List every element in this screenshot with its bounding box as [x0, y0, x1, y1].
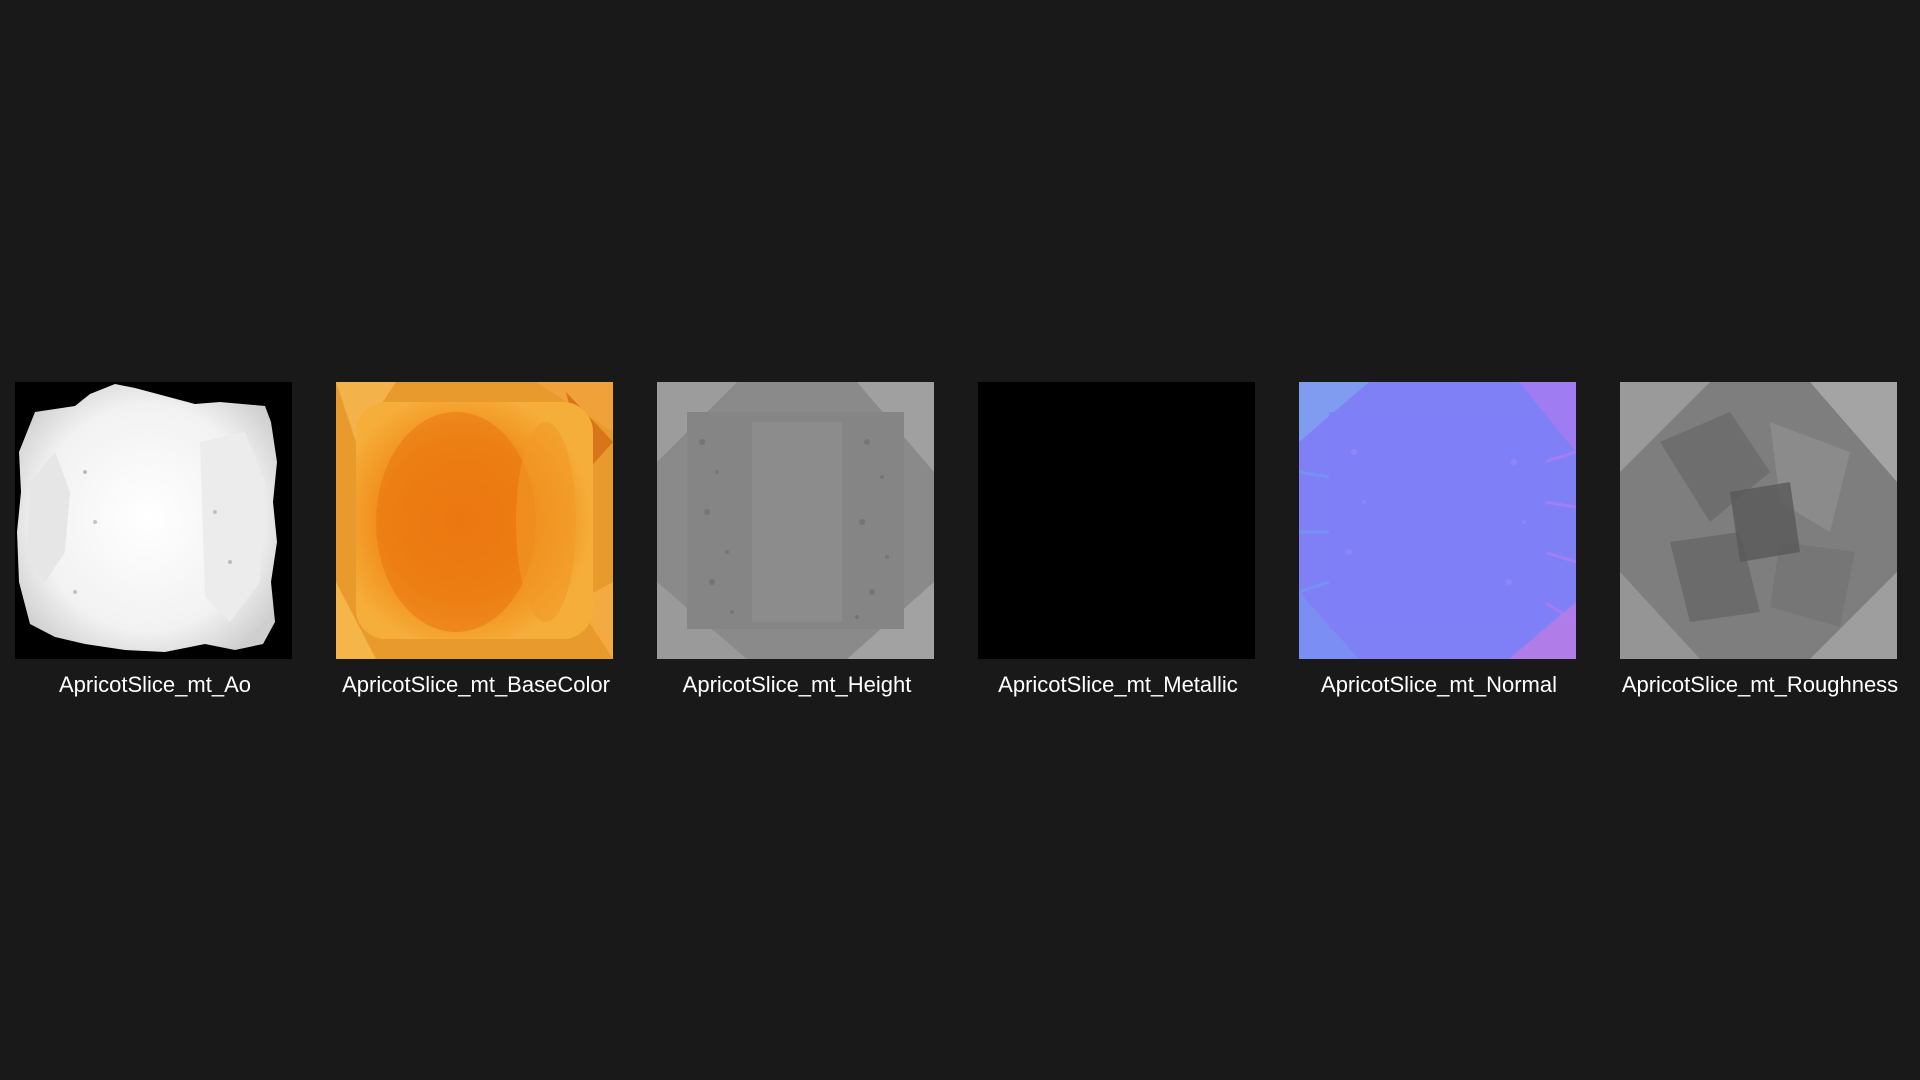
file-thumbnail-grid: ApricotSlice_mt_Ao ApricotSlice_mt_BaseC… [0, 382, 1920, 702]
basecolor-map-thumbnail [336, 382, 613, 659]
normal-map-thumbnail [1299, 382, 1576, 659]
basecolor-map-image [336, 382, 613, 659]
metallic-map-image [978, 382, 1255, 659]
ao-map-thumbnail [15, 382, 292, 659]
height-map-image [657, 382, 934, 659]
roughness-map-thumbnail [1620, 382, 1897, 659]
file-name-label: ApricotSlice_mt_Normal [1321, 672, 1557, 697]
file-tile-roughness[interactable]: ApricotSlice_mt_Roughness [1605, 382, 1920, 702]
file-name-label: ApricotSlice_mt_Metallic [998, 672, 1238, 697]
height-map-thumbnail [657, 382, 934, 659]
file-tile-ao[interactable]: ApricotSlice_mt_Ao [0, 382, 320, 702]
file-name-label: ApricotSlice_mt_Height [682, 672, 912, 697]
roughness-map-image [1620, 382, 1897, 659]
file-name-label: ApricotSlice_mt_Ao [59, 672, 251, 697]
file-tile-metallic[interactable]: ApricotSlice_mt_Metallic [963, 382, 1283, 702]
metallic-map-thumbnail [978, 382, 1255, 659]
file-tile-basecolor[interactable]: ApricotSlice_mt_BaseColor [321, 382, 641, 702]
ao-map-image [15, 382, 292, 659]
normal-map-image [1299, 382, 1576, 659]
file-tile-height[interactable]: ApricotSlice_mt_Height [642, 382, 962, 702]
file-tile-normal[interactable]: ApricotSlice_mt_Normal [1284, 382, 1604, 702]
file-name-label: ApricotSlice_mt_BaseColor [342, 672, 610, 697]
file-name-label: ApricotSlice_mt_Roughness [1621, 672, 1899, 697]
